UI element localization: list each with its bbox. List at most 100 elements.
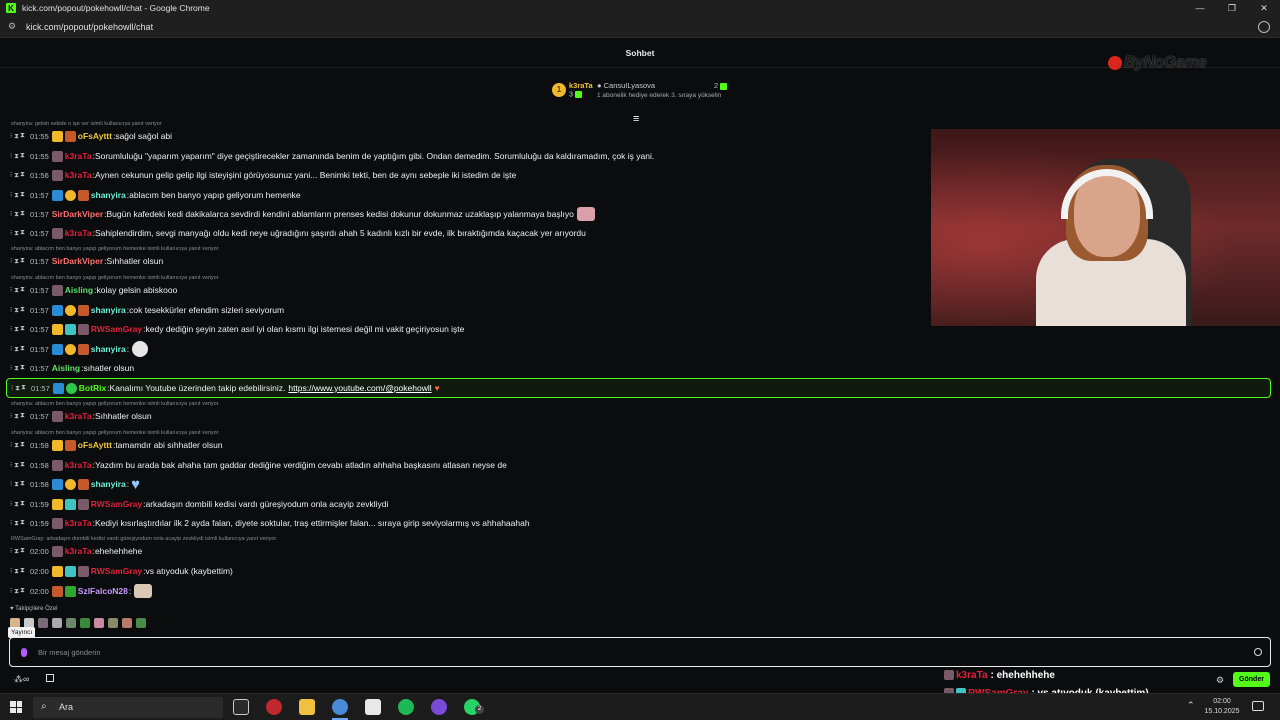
reply-context[interactable]: shanyira: ablacım ben banyo yapıp geliyo… — [11, 401, 219, 407]
chat-message[interactable]: ⁝ ⧗ ⧗ 01:57 Aisling: sıhatler olsun — [10, 360, 134, 376]
message-username[interactable]: SirDarkViper — [52, 256, 103, 266]
timeout-icon[interactable]: ⧗ — [20, 191, 30, 199]
message-link[interactable]: https://www.youtube.com/@pokehowll — [288, 383, 431, 393]
sub-badge-icon[interactable] — [77, 189, 89, 201]
crown-badge-icon[interactable] — [51, 439, 63, 451]
chat-message[interactable]: ⁝ ⧗ ⧗ 01:57 shanyira: ablacım ben banyo yap… — [10, 187, 301, 203]
gift-badge-icon[interactable] — [64, 189, 76, 201]
task-view-icon[interactable] — [233, 699, 249, 715]
timeout-icon[interactable]: ⧗ — [20, 152, 30, 160]
emote-button[interactable] — [66, 618, 76, 628]
timeout-icon[interactable]: ⧗ — [20, 257, 30, 265]
teal-badge-icon[interactable] — [64, 565, 76, 577]
close-button[interactable]: ✕ — [1248, 0, 1280, 16]
reply-context[interactable]: RWSamGray: arkadaşın dombili kedisi vard… — [11, 536, 276, 542]
emote-button[interactable] — [52, 618, 62, 628]
crown-badge-icon[interactable] — [51, 565, 63, 577]
gift-badge-icon[interactable] — [64, 478, 76, 490]
capcut-icon[interactable] — [365, 699, 381, 715]
wolf-badge-icon[interactable] — [77, 498, 89, 510]
timeout-icon[interactable]: ⧗ — [20, 567, 30, 575]
chat-message[interactable]: ⁝ ⧗ ⧗ 01:57 Aisling: kolay gelsin abiskooo — [10, 282, 177, 298]
wolf-badge-icon[interactable] — [51, 545, 63, 557]
chat-message[interactable]: ⁝ ⧗ ⧗ 01:55 oFsAyttt: sağol sağol abi — [10, 128, 172, 144]
chat-message[interactable]: ⁝ ⧗ ⧗ 01:59 k3raTa: Kediyi kısırlaştırdılar… — [10, 515, 530, 531]
timeout-icon[interactable]: ⧗ — [20, 461, 30, 469]
mod-actions-icon[interactable]: ⁝ ⧗ — [10, 210, 20, 219]
chat-message[interactable]: ⁝ ⧗ ⧗ 01:57 SirDarkViper: Bugün kafedeki ke… — [10, 206, 595, 222]
reply-context[interactable]: shanyira: gelsin sekide o işe ver isimli… — [11, 121, 162, 127]
chat-input-placeholder[interactable]: Bir mesaj gönderin — [38, 648, 101, 657]
gift-badge-icon[interactable] — [64, 304, 76, 316]
gift-leaderboard[interactable]: 1 k3raTa 3 ● CansuILyasova 1 abonelik he… — [552, 80, 732, 104]
message-username[interactable]: k3raTa — [65, 546, 92, 556]
message-username[interactable]: shanyira — [91, 479, 126, 489]
sub-badge-icon[interactable] — [77, 343, 89, 355]
teal-badge-icon[interactable] — [64, 498, 76, 510]
mod-actions-icon[interactable]: ⁝ ⧗ — [10, 547, 20, 556]
message-username[interactable]: RWSamGray — [91, 499, 142, 509]
reply-context[interactable]: shanyira: ablacım ben banyo yapıp geliyo… — [11, 430, 219, 436]
mod-actions-icon[interactable]: ⁝ ⧗ — [10, 229, 20, 238]
chat-message[interactable]: ⁝ ⧗ ⧗ 01:55 k3raTa: Sorumluluğu "yaparım ya… — [10, 148, 654, 164]
timeout-icon[interactable]: ⧗ — [21, 384, 31, 392]
top-gifter-name[interactable]: k3raTa — [569, 81, 593, 90]
timeout-icon[interactable]: ⧗ — [20, 306, 30, 314]
mod-actions-icon[interactable]: ⁝ ⧗ — [10, 132, 20, 141]
mod-actions-icon[interactable]: ⁝ ⧗ — [10, 325, 20, 334]
send-button[interactable]: Gönder — [1233, 672, 1270, 687]
points-icon[interactable]: ⁂∞ — [14, 674, 29, 685]
timeout-icon[interactable]: ⧗ — [20, 364, 30, 372]
message-username[interactable]: k3raTa — [65, 411, 92, 421]
mod-actions-icon[interactable]: ⁝ ⧗ — [10, 364, 20, 373]
wolf-badge-icon[interactable] — [77, 323, 89, 335]
mod-actions-icon[interactable]: ⁝ ⧗ — [10, 587, 20, 596]
message-username[interactable]: RWSamGray — [91, 324, 142, 334]
mod-actions-icon[interactable]: ⁝ ⧗ — [11, 384, 21, 393]
timeout-icon[interactable]: ⧗ — [20, 132, 30, 140]
eye-icon[interactable] — [1258, 21, 1270, 33]
cat-emote-icon[interactable] — [134, 584, 153, 598]
gift-badge-icon[interactable] — [64, 343, 76, 355]
timeout-icon[interactable]: ⧗ — [20, 171, 30, 179]
chat-input[interactable]: Bir mesaj gönderin — [9, 637, 1271, 667]
mod-actions-icon[interactable]: ⁝ ⧗ — [10, 171, 20, 180]
timeout-icon[interactable]: ⧗ — [20, 345, 30, 353]
verified-badge-icon[interactable] — [51, 304, 63, 316]
emote-button[interactable] — [94, 618, 104, 628]
timeout-icon[interactable]: ⧗ — [20, 325, 30, 333]
timeout-icon[interactable]: ⧗ — [20, 519, 30, 527]
windows-start-icon[interactable] — [10, 701, 22, 713]
restore-button[interactable]: ❐ — [1216, 0, 1248, 16]
app-icon[interactable] — [266, 699, 282, 715]
mod-actions-icon[interactable]: ⁝ ⧗ — [10, 412, 20, 421]
notifications-icon[interactable] — [1252, 701, 1264, 711]
chat-message[interactable]: ⁝ ⧗ ⧗ 01:56 k3raTa: Aynen cekunun gelip gel… — [10, 167, 516, 183]
site-settings-icon[interactable]: ⚙ — [8, 21, 20, 32]
timeout-icon[interactable]: ⧗ — [20, 547, 30, 555]
wolf-badge-icon[interactable] — [51, 150, 63, 162]
reply-context[interactable]: shanyira: ablacım ben banyo yapıp geliyo… — [11, 246, 219, 252]
minimize-button[interactable]: — — [1184, 0, 1216, 16]
sub-badge-icon[interactable] — [51, 585, 63, 597]
timeout-icon[interactable]: ⧗ — [20, 229, 30, 237]
wolf-badge-icon[interactable] — [51, 284, 63, 296]
face-emote-icon[interactable] — [132, 341, 149, 357]
bot-badge-icon[interactable] — [65, 382, 77, 394]
chat-message[interactable]: ⁝ ⧗ ⧗ 02:00 k3raTa: ehehehhehe — [10, 543, 142, 559]
url-text[interactable]: kick.com/popout/pokehowll/chat — [26, 22, 153, 32]
timeout-icon[interactable]: ⧗ — [20, 286, 30, 294]
mod-actions-icon[interactable]: ⁝ ⧗ — [10, 152, 20, 161]
mod-actions-icon[interactable]: ⁝ ⧗ — [10, 191, 20, 200]
sub-badge-icon[interactable] — [64, 130, 76, 142]
store-icon[interactable] — [46, 674, 54, 682]
verified-badge-icon[interactable] — [51, 343, 63, 355]
emote-button[interactable] — [136, 618, 146, 628]
message-username[interactable]: shanyira — [91, 305, 126, 315]
message-username[interactable]: SzlFalcoN28 — [78, 586, 128, 596]
verified-badge-icon[interactable] — [51, 478, 63, 490]
timeout-icon[interactable]: ⧗ — [20, 210, 30, 218]
wolf-badge-icon[interactable] — [51, 410, 63, 422]
chat-message[interactable]: ⁝ ⧗ ⧗ 01:57 BotRix: Kanalımı Youtube üzerin… — [6, 378, 1271, 398]
mod-actions-icon[interactable]: ⁝ ⧗ — [10, 441, 20, 450]
